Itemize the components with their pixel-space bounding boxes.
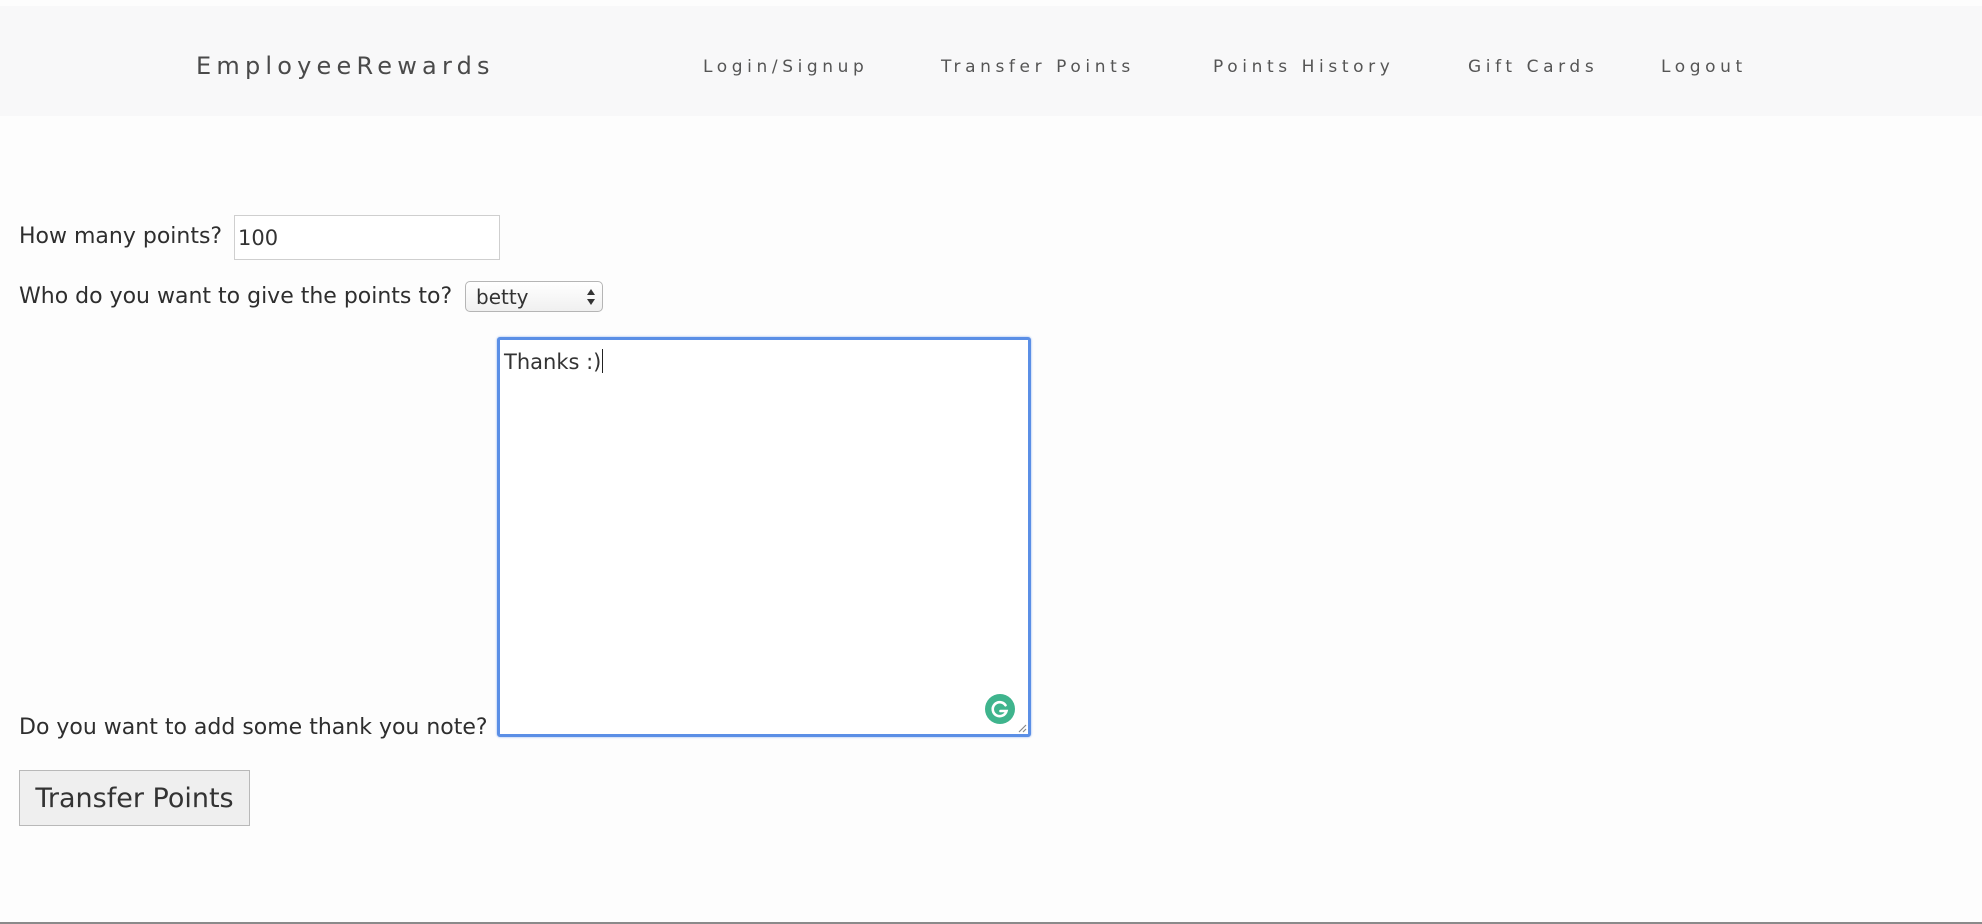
nav-points-history[interactable]: Points History (1213, 56, 1394, 78)
text-caret (602, 349, 604, 373)
brand-logo[interactable]: EmployeeRewards (196, 50, 495, 82)
recipient-label: Who do you want to give the points to? (19, 284, 453, 309)
note-text: Thanks :) (504, 348, 604, 376)
nav-logout[interactable]: Logout (1661, 56, 1747, 78)
points-input[interactable] (234, 215, 500, 260)
resize-handle-icon[interactable] (1017, 723, 1027, 733)
nav-transfer-points[interactable]: Transfer Points (941, 56, 1135, 78)
nav-login-signup[interactable]: Login/Signup (703, 56, 868, 78)
nav-gift-cards[interactable]: Gift Cards (1468, 56, 1598, 78)
note-textarea[interactable]: Thanks :) (497, 337, 1031, 737)
transfer-points-button[interactable]: Transfer Points (19, 770, 250, 826)
grammarly-g-glyph (991, 700, 1009, 718)
note-label: Do you want to add some thank you note? (19, 715, 488, 740)
select-arrows-icon (587, 289, 595, 305)
navbar: EmployeeRewards Login/Signup Transfer Po… (0, 6, 1982, 116)
note-text-value: Thanks :) (504, 350, 602, 374)
grammarly-icon[interactable] (985, 694, 1015, 724)
points-label: How many points? (19, 224, 223, 249)
recipient-selected-value: betty (476, 285, 529, 309)
recipient-select[interactable]: betty (465, 281, 603, 312)
